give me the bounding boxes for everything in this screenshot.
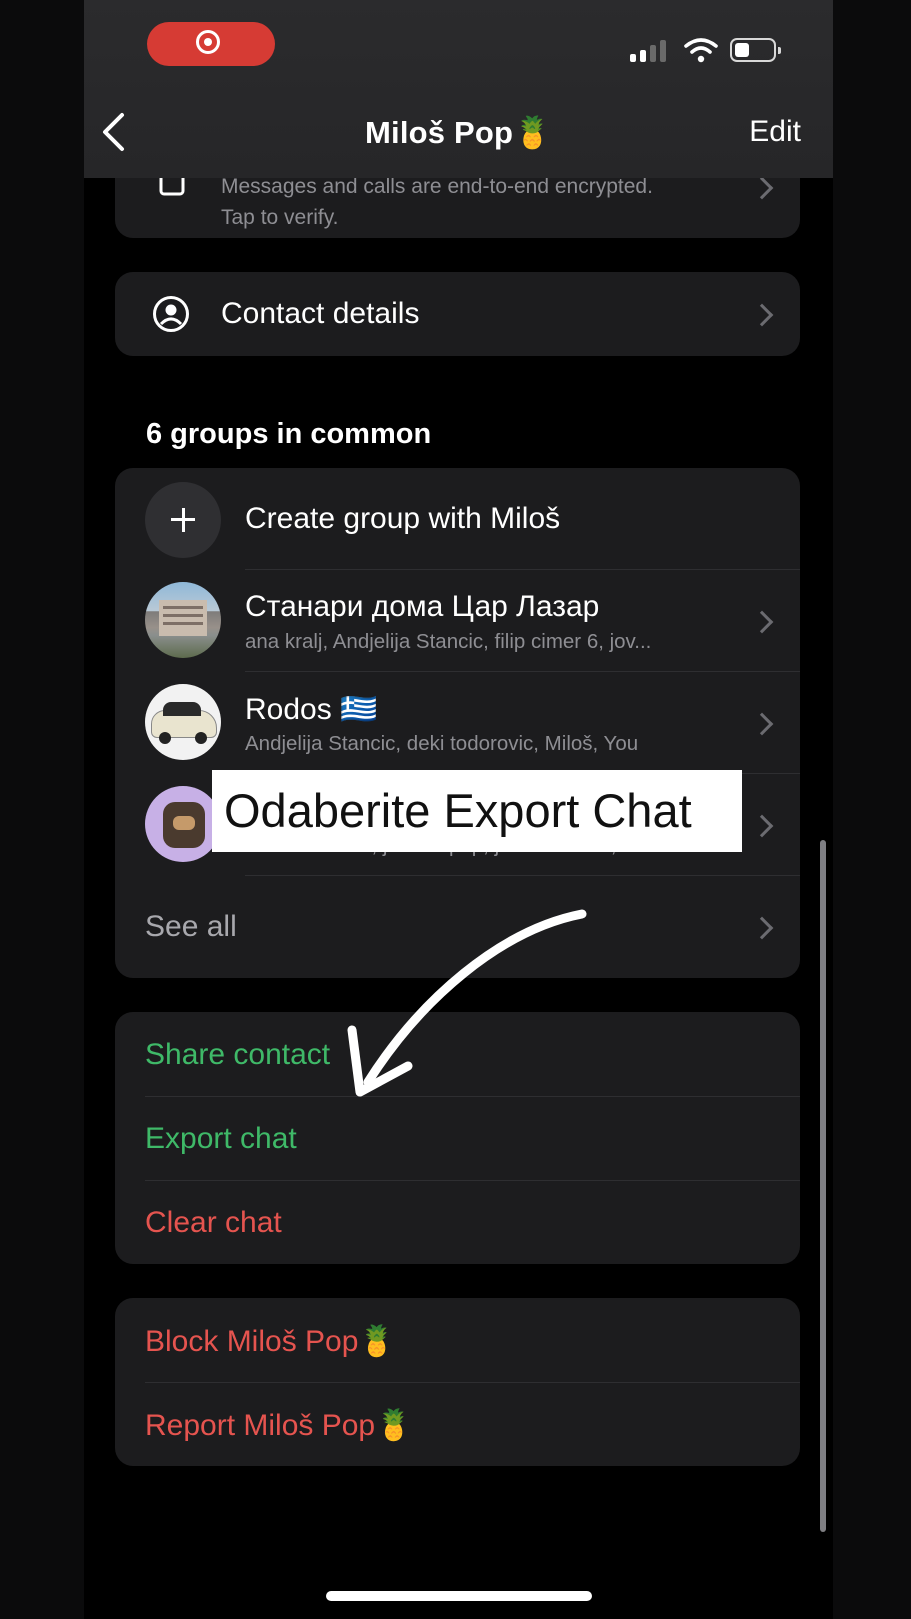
group-avatar [145,684,221,760]
page-title: Miloš Pop🍍 [365,115,552,150]
chevron-right-icon [750,916,774,940]
right-letterbox [833,0,911,1619]
battery-icon [730,38,781,62]
encryption-line-2: Tap to verify. [221,206,339,229]
chevron-right-icon [750,176,774,200]
share-contact-button[interactable]: Share contact [145,1038,330,1072]
report-contact-button[interactable]: Report Miloš Pop🍍 [145,1408,412,1443]
chevron-right-icon [750,303,774,327]
home-indicator[interactable] [326,1591,592,1601]
contact-details-row[interactable]: Contact details [115,272,800,356]
contact-details-label: Contact details [221,297,420,330]
wifi-icon [684,38,718,63]
block-report-card: Block Miloš Pop🍍 Report Miloš Pop🍍 [115,1298,800,1466]
chevron-right-icon [750,712,774,736]
left-letterbox [0,0,84,1619]
tutorial-caption: Odaberite Export Chat [212,770,742,852]
battery-level-fill [735,43,749,57]
group-row[interactable]: Станари дома Цар Лазар ana kralj, Andjel… [115,570,800,671]
group-members: Andjelija Stancic, deki todorovic, Miloš… [245,732,639,755]
groups-section-title: 6 groups in common [146,418,432,450]
encryption-line-1: Messages and calls are end-to-end encryp… [221,175,653,198]
divider [145,1382,800,1383]
screen-recording-indicator[interactable] [147,22,275,66]
export-chat-button[interactable]: Export chat [145,1122,297,1156]
group-members: ana kralj, Andjelija Stancic, filip cime… [245,630,652,653]
add-icon [145,482,221,558]
divider [145,1180,800,1181]
pointer-arrow-icon [347,909,587,1097]
chevron-right-icon [750,814,774,838]
edit-button[interactable]: Edit [749,115,801,149]
cellular-signal-icon [630,40,668,62]
chevron-right-icon [750,610,774,634]
clear-chat-button[interactable]: Clear chat [145,1206,282,1240]
record-icon [196,30,220,54]
scrollbar[interactable] [820,840,826,1532]
see-all-label: See all [145,910,237,943]
person-circle-icon [153,296,189,332]
top-bar: Miloš Pop🍍 Edit [84,0,833,178]
create-group-row[interactable]: Create group with Miloš [115,468,800,568]
group-row[interactable]: Rodos 🇬🇷 Andjelija Stancic, deki todorov… [115,672,800,773]
block-contact-button[interactable]: Block Miloš Pop🍍 [145,1324,396,1359]
group-name: Rodos 🇬🇷 [245,693,378,726]
create-group-label: Create group with Miloš [245,502,561,535]
group-avatar [145,786,221,862]
group-name: Станари дома Цар Лазар [245,590,600,623]
group-avatar [145,582,221,658]
